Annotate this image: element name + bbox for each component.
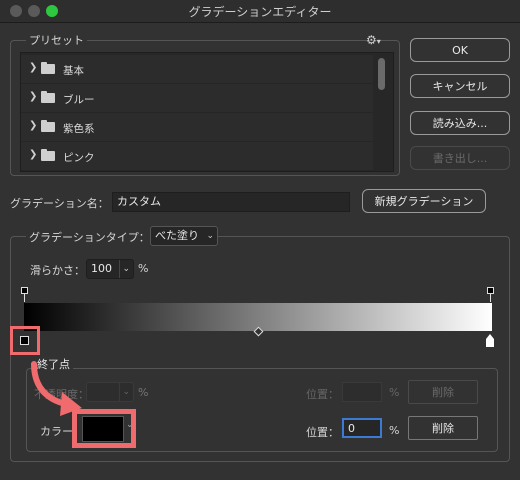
preset-folder-item[interactable]: ❯ ブルー [21, 84, 373, 113]
gear-icon[interactable]: ⚙▾ [366, 33, 381, 47]
preset-list[interactable]: ❯ 基本 ❯ ブルー ❯ 紫色系 ❯ ピンク [20, 52, 394, 172]
presets-heading: プリセット [26, 32, 87, 48]
smoothness-label: 滑らかさ： [30, 264, 85, 277]
chevron-down-icon[interactable]: ⌄ [119, 383, 130, 401]
gradient-type-dropdown[interactable]: べた塗り ⌄ [150, 226, 218, 246]
chevron-right-icon[interactable]: ❯ [29, 91, 37, 102]
opacity-stop-left[interactable] [21, 287, 28, 294]
ok-button[interactable]: OK [410, 38, 510, 62]
preset-folder-label: 紫色系 [63, 123, 95, 135]
preset-list-scrollbar[interactable] [378, 58, 385, 90]
folder-icon [41, 149, 55, 161]
highlight-box-color-stop [10, 326, 40, 355]
preset-folder-item[interactable]: ❯ 基本 [21, 55, 373, 84]
cancel-button[interactable]: キャンセル [410, 74, 510, 98]
export-button[interactable]: 書き出し... [410, 146, 510, 170]
preset-folder-item[interactable]: ❯ ピンク [21, 142, 373, 171]
color-position-label: 位置： [306, 426, 339, 439]
preset-folder-label: ピンク [63, 152, 95, 164]
smoothness-input[interactable]: 100 ⌄ [86, 259, 134, 279]
folder-icon [41, 62, 55, 74]
gradient-name-label: グラデーション名： [10, 197, 109, 210]
chevron-right-icon[interactable]: ❯ [29, 62, 37, 73]
gradient-type-label: グラデーションタイプ： [26, 229, 153, 245]
opacity-stop-right[interactable] [487, 287, 494, 294]
smoothness-value: 100 [91, 262, 112, 275]
window-title: グラデーションエディター [188, 5, 332, 19]
folder-icon [41, 120, 55, 132]
chevron-down-icon: ⌄ [206, 231, 214, 241]
opacity-stop-left-stem [24, 294, 25, 302]
color-position-input[interactable]: 0 [342, 418, 382, 438]
annotation-arrow [31, 361, 82, 416]
preset-folder-item[interactable]: ❯ 紫色系 [21, 113, 373, 142]
opacity-position-input[interactable] [342, 382, 382, 402]
chevron-right-icon[interactable]: ❯ [29, 120, 37, 131]
load-button[interactable]: 読み込み... [410, 111, 510, 135]
opacity-input[interactable]: ⌄ [86, 382, 134, 402]
opacity-position-unit: % [389, 386, 400, 399]
gradient-type-value: べた塗り [155, 229, 199, 242]
color-delete-button[interactable]: 削除 [408, 416, 478, 440]
color-position-unit: % [389, 424, 400, 437]
color-stop-right[interactable] [486, 339, 494, 347]
opacity-delete-button[interactable]: 削除 [408, 380, 478, 404]
preset-folder-label: ブルー [63, 94, 95, 106]
gradient-name-input[interactable]: カスタム [112, 192, 350, 212]
chevron-right-icon[interactable]: ❯ [29, 149, 37, 160]
preset-folder-label: 基本 [63, 65, 84, 77]
folder-icon [41, 91, 55, 103]
opacity-stop-right-stem [490, 294, 491, 302]
opacity-unit: % [138, 386, 149, 399]
new-gradient-button[interactable]: 新規グラデーション [362, 189, 486, 213]
opacity-position-label: 位置： [306, 388, 339, 401]
chevron-down-icon[interactable]: ⌄ [119, 260, 130, 278]
smoothness-unit: % [138, 262, 149, 275]
